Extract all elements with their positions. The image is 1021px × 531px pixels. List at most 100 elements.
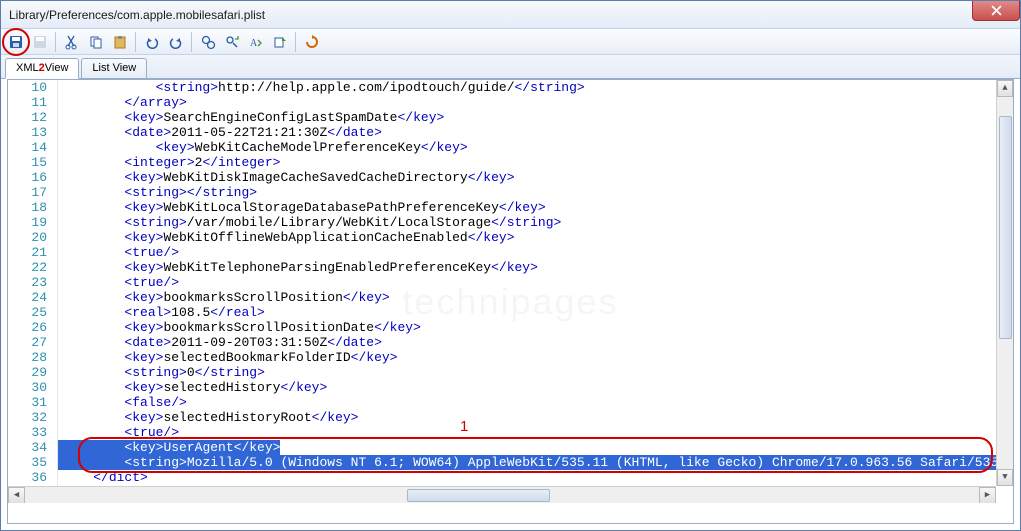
code-line[interactable]: 17 <string></string> — [8, 185, 996, 200]
code-line[interactable]: 16 <key>WebKitDiskImageCacheSavedCacheDi… — [8, 170, 996, 185]
line-content[interactable]: <key>selectedBookmarkFolderID</key> — [58, 350, 397, 365]
tab-list-view[interactable]: List View — [81, 58, 147, 78]
line-content[interactable]: <integer>2</integer> — [58, 155, 280, 170]
scroll-thumb[interactable] — [999, 116, 1012, 339]
line-number: 13 — [8, 125, 58, 140]
code-editor[interactable]: 10 <string>http://help.apple.com/ipodtou… — [8, 80, 1013, 503]
line-content[interactable]: </dict> — [58, 470, 148, 485]
find-button[interactable] — [197, 31, 219, 53]
toolbar: A — [1, 29, 1020, 55]
line-content[interactable]: <key>SearchEngineConfigLastSpamDate</key… — [58, 110, 444, 125]
code-line[interactable]: 10 <string>http://help.apple.com/ipodtou… — [8, 80, 996, 95]
window-title: Library/Preferences/com.apple.mobilesafa… — [9, 8, 265, 22]
code-line[interactable]: 11 </array> — [8, 95, 996, 110]
replace-button[interactable]: A — [245, 31, 267, 53]
cut-button[interactable] — [61, 31, 83, 53]
line-content[interactable]: <key>WebKitLocalStorageDatabasePathPrefe… — [58, 200, 546, 215]
copy-button[interactable] — [85, 31, 107, 53]
line-number: 26 — [8, 320, 58, 335]
code-line[interactable]: 12 <key>SearchEngineConfigLastSpamDate</… — [8, 110, 996, 125]
scroll-thumb[interactable] — [407, 489, 550, 502]
code-area[interactable]: 10 <string>http://help.apple.com/ipodtou… — [8, 80, 996, 486]
copy-icon — [88, 34, 104, 50]
line-content[interactable]: <key>WebKitTelephoneParsingEnabledPrefer… — [58, 260, 538, 275]
code-line[interactable]: 34 <key>UserAgent</key> — [8, 440, 996, 455]
line-content[interactable]: <date>2011-09-20T03:31:50Z</date> — [58, 335, 382, 350]
code-line[interactable]: 28 <key>selectedBookmarkFolderID</key> — [8, 350, 996, 365]
code-line[interactable]: 32 <key>selectedHistoryRoot</key> — [8, 410, 996, 425]
save-icon — [8, 34, 24, 50]
redo-button[interactable] — [165, 31, 187, 53]
line-content[interactable]: <key>selectedHistoryRoot</key> — [58, 410, 358, 425]
line-content[interactable]: <key>bookmarksScrollPosition</key> — [58, 290, 390, 305]
scroll-right-arrow[interactable]: ▶ — [979, 487, 996, 503]
scroll-track[interactable] — [25, 487, 979, 503]
scroll-up-arrow[interactable]: ▲ — [997, 80, 1013, 97]
code-line[interactable]: 25 <real>108.5</real> — [8, 305, 996, 320]
line-number: 16 — [8, 170, 58, 185]
line-content[interactable]: <true/> — [58, 245, 179, 260]
code-line[interactable]: 29 <string>0</string> — [8, 365, 996, 380]
replace-icon: A — [248, 34, 264, 50]
line-number: 12 — [8, 110, 58, 125]
refresh-button[interactable] — [301, 31, 323, 53]
line-content[interactable]: <string>http://help.apple.com/ipodtouch/… — [58, 80, 585, 95]
goto-button[interactable] — [269, 31, 291, 53]
line-content[interactable]: <true/> — [58, 425, 179, 440]
toolbar-separator — [135, 32, 137, 52]
horizontal-scrollbar[interactable]: ◀ ▶ — [8, 486, 996, 503]
line-number: 24 — [8, 290, 58, 305]
line-content[interactable]: <key>WebKitDiskImageCacheSavedCacheDirec… — [58, 170, 515, 185]
close-icon — [991, 5, 1002, 16]
scroll-down-arrow[interactable]: ▼ — [997, 469, 1013, 486]
code-line[interactable]: 24 <key>bookmarksScrollPosition</key> — [8, 290, 996, 305]
save-button[interactable] — [5, 31, 27, 53]
code-line[interactable]: 14 <key>WebKitCacheModelPreferenceKey</k… — [8, 140, 996, 155]
undo-icon — [144, 34, 160, 50]
tab-xml-view[interactable]: XML2View — [5, 58, 79, 79]
line-content[interactable]: <string></string> — [58, 185, 257, 200]
close-button[interactable] — [972, 1, 1020, 21]
redo-icon — [168, 34, 184, 50]
line-content[interactable]: <key>WebKitOfflineWebApplicationCacheEna… — [58, 230, 515, 245]
code-line[interactable]: 20 <key>WebKitOfflineWebApplicationCache… — [8, 230, 996, 245]
saveas-button[interactable] — [29, 31, 51, 53]
code-line[interactable]: 33 <true/> — [8, 425, 996, 440]
line-content[interactable]: <string>Mozilla/5.0 (Windows NT 6.1; WOW… — [58, 455, 996, 470]
vertical-scrollbar[interactable]: ▲ ▼ — [996, 80, 1013, 486]
line-number: 20 — [8, 230, 58, 245]
code-line[interactable]: 35 <string>Mozilla/5.0 (Windows NT 6.1; … — [8, 455, 996, 470]
toolbar-separator — [55, 32, 57, 52]
code-line[interactable]: 36 </dict> — [8, 470, 996, 485]
scroll-track[interactable] — [997, 97, 1013, 469]
code-line[interactable]: 23 <true/> — [8, 275, 996, 290]
line-content[interactable]: <string>0</string> — [58, 365, 265, 380]
line-content[interactable]: <key>selectedHistory</key> — [58, 380, 327, 395]
line-content[interactable]: <date>2011-05-22T21:21:30Z</date> — [58, 125, 382, 140]
undo-button[interactable] — [141, 31, 163, 53]
code-line[interactable]: 31 <false/> — [8, 395, 996, 410]
code-line[interactable]: 19 <string>/var/mobile/Library/WebKit/Lo… — [8, 215, 996, 230]
code-line[interactable]: 26 <key>bookmarksScrollPositionDate</key… — [8, 320, 996, 335]
code-line[interactable]: 18 <key>WebKitLocalStorageDatabasePathPr… — [8, 200, 996, 215]
code-line[interactable]: 13 <date>2011-05-22T21:21:30Z</date> — [8, 125, 996, 140]
line-content[interactable]: <key>bookmarksScrollPositionDate</key> — [58, 320, 421, 335]
findnext-button[interactable] — [221, 31, 243, 53]
line-content[interactable]: </array> — [58, 95, 187, 110]
code-line[interactable]: 22 <key>WebKitTelephoneParsingEnabledPre… — [8, 260, 996, 275]
paste-button[interactable] — [109, 31, 131, 53]
line-content[interactable]: <string>/var/mobile/Library/WebKit/Local… — [58, 215, 561, 230]
line-content[interactable]: <key>WebKitCacheModelPreferenceKey</key> — [58, 140, 468, 155]
code-line[interactable]: 15 <integer>2</integer> — [8, 155, 996, 170]
scroll-left-arrow[interactable]: ◀ — [8, 487, 25, 503]
line-content[interactable]: <key>UserAgent</key> — [58, 440, 280, 455]
line-number: 23 — [8, 275, 58, 290]
code-line[interactable]: 21 <true/> — [8, 245, 996, 260]
code-line[interactable]: 27 <date>2011-09-20T03:31:50Z</date> — [8, 335, 996, 350]
line-content[interactable]: <false/> — [58, 395, 187, 410]
code-line[interactable]: 30 <key>selectedHistory</key> — [8, 380, 996, 395]
line-number: 31 — [8, 395, 58, 410]
line-content[interactable]: <true/> — [58, 275, 179, 290]
line-content[interactable]: <real>108.5</real> — [58, 305, 265, 320]
line-number: 19 — [8, 215, 58, 230]
